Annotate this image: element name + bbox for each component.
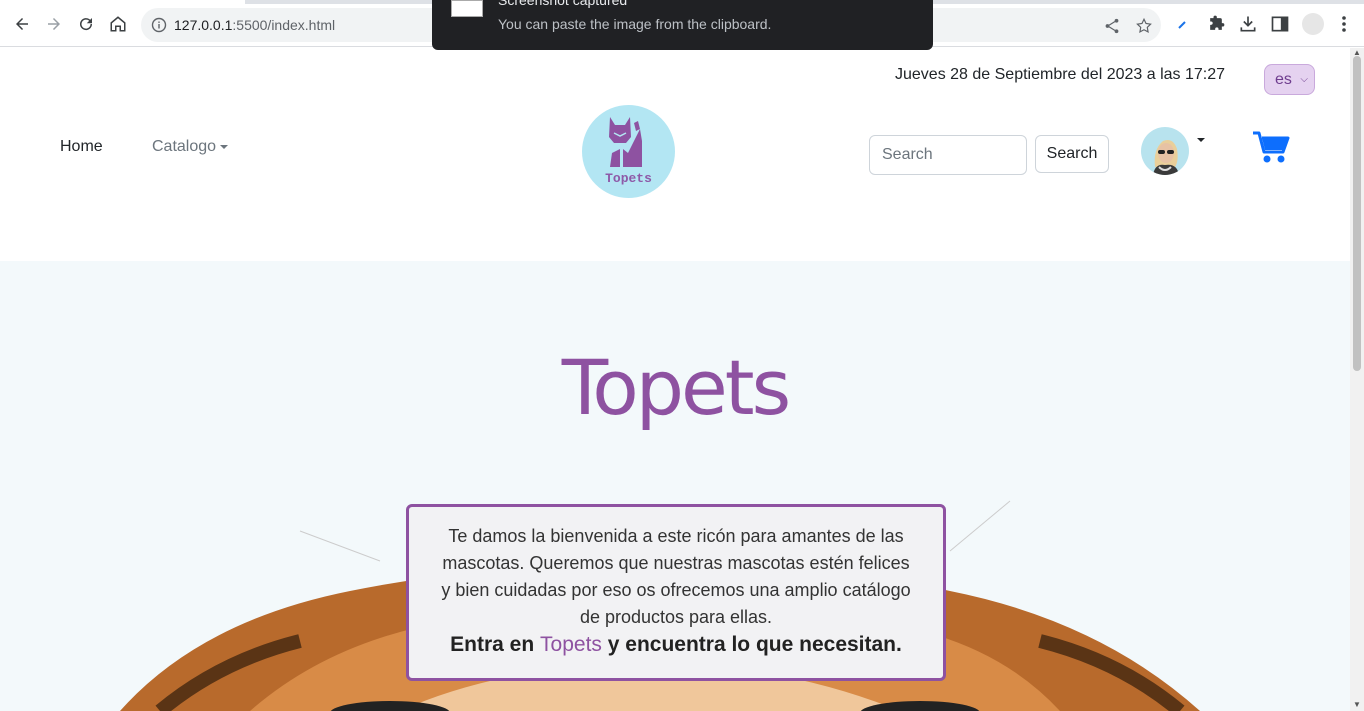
logo-text: Topets [605, 171, 652, 186]
home-icon[interactable] [106, 12, 130, 36]
back-arrow-icon[interactable] [10, 12, 34, 36]
hero-section: Topets Te damos la bienvenida a este ric… [0, 261, 1350, 711]
active-tab[interactable] [0, 0, 245, 4]
chevron-down-icon: ⌵ [1300, 74, 1308, 85]
toast-message: You can paste the image from the clipboa… [498, 16, 772, 32]
page-scrollbar[interactable]: ▲ ▼ [1350, 48, 1364, 711]
search-button[interactable]: Search [1035, 135, 1109, 173]
download-icon[interactable] [1238, 14, 1258, 34]
extensions-puzzle-icon[interactable] [1206, 14, 1226, 34]
profile-avatar-icon[interactable] [1302, 13, 1324, 35]
avatar-caret-icon[interactable] [1197, 138, 1205, 142]
nav-catalog-dropdown[interactable]: Catalogo [152, 138, 229, 156]
scrollbar-thumb[interactable] [1353, 56, 1361, 371]
side-panel-icon[interactable] [1270, 14, 1290, 34]
hero-title: Topets [561, 343, 791, 432]
search-input[interactable]: Search [869, 135, 1027, 175]
site-logo[interactable]: Topets [582, 105, 675, 198]
screenshot-toast: Screenshot captured You can paste the im… [432, 0, 933, 50]
toast-title: Screenshot captured [498, 0, 628, 8]
menu-dots-icon[interactable] [1334, 14, 1354, 34]
welcome-card: Te damos la bienvenida a este ricón para… [406, 504, 946, 681]
shopping-cart-icon[interactable] [1252, 130, 1290, 164]
reload-icon[interactable] [74, 12, 98, 36]
date-time: Jueves 28 de Septiembre del 2023 a las 1… [895, 66, 1226, 83]
cta-brand: Topets [540, 633, 602, 656]
welcome-text: Te damos la bienvenida a este ricón para… [441, 526, 911, 627]
forward-arrow-icon[interactable] [42, 12, 66, 36]
caret-down-icon [220, 144, 229, 149]
url-text: 127.0.0.1:5500/index.html [174, 17, 336, 33]
screenshot-thumbnail[interactable] [451, 0, 483, 17]
language-select[interactable]: es ⌵ [1264, 64, 1315, 95]
web-page: Jueves 28 de Septiembre del 2023 a las 1… [0, 48, 1350, 711]
welcome-cta: Entra en Topets y encuentra lo que neces… [450, 633, 902, 656]
user-avatar[interactable] [1141, 127, 1189, 175]
site-info-icon[interactable] [151, 17, 167, 33]
language-value: es [1275, 71, 1292, 88]
share-icon[interactable] [1103, 17, 1121, 35]
nav-home-link[interactable]: Home [60, 138, 103, 156]
bookmark-star-icon[interactable] [1135, 17, 1153, 35]
nav-catalog-label: Catalogo [152, 138, 217, 155]
scroll-down-icon[interactable]: ▼ [1353, 700, 1361, 709]
pen-extension-icon[interactable] [1174, 14, 1194, 34]
user-photo [1153, 140, 1179, 175]
